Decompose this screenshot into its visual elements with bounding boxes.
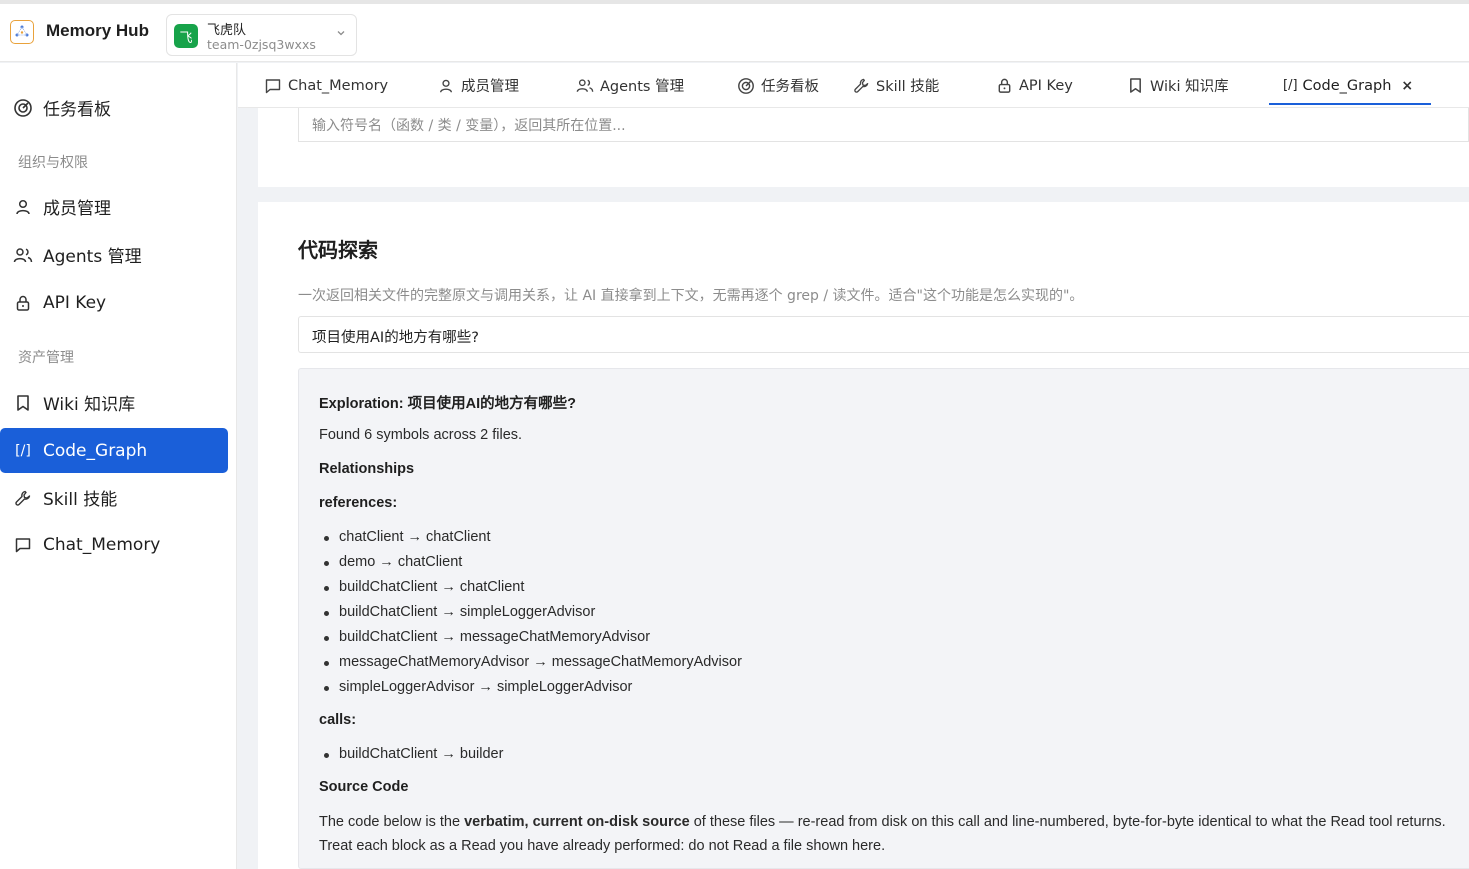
sidebar-item-tasks[interactable]: 任务看板 — [0, 85, 228, 130]
logo-icon — [10, 20, 34, 44]
tab-api-key[interactable]: API Key — [995, 63, 1073, 108]
sidebar: 任务看板 组织与权限 成员管理 Agents 管理 API Key 资产管理 W… — [0, 63, 237, 869]
section-description: 一次返回相关文件的完整原文与调用关系，让 AI 直接拿到上下文，无需再逐个 gr… — [298, 288, 1084, 304]
tab-label: API Key — [1019, 77, 1073, 94]
users-icon — [12, 244, 34, 266]
chevron-down-icon — [336, 28, 346, 41]
tab-wiki[interactable]: Wiki 知识库 — [1126, 63, 1229, 108]
tab-agents[interactable]: Agents 管理 — [576, 63, 684, 108]
tab-members[interactable]: 成员管理 — [437, 63, 519, 108]
dashboard-icon — [737, 77, 755, 95]
sidebar-item-label: Skill 技能 — [43, 490, 118, 510]
list-item: buildChatClient → simpleLoggerAdvisor — [319, 600, 742, 625]
app-header: Memory Hub 飞 飞虎队 team-0zjsq3wxxs — [0, 4, 1469, 62]
tab-skill[interactable]: Skill 技能 — [852, 63, 939, 108]
tab-tasks[interactable]: 任务看板 — [737, 63, 819, 108]
sidebar-item-label: Agents 管理 — [43, 247, 142, 267]
tab-label: Skill 技能 — [876, 79, 940, 95]
section-title: 代码探索 — [298, 238, 378, 262]
sidebar-item-code-graph[interactable]: [/] Code_Graph — [0, 428, 228, 473]
sidebar-item-label: Code_Graph — [43, 440, 148, 461]
list-item: buildChatClient → builder — [319, 742, 503, 767]
symbol-search-input[interactable]: 输入符号名（函数 / 类 / 变量），返回其所在位置... — [298, 108, 1469, 142]
sidebar-group-org: 组织与权限 — [18, 155, 88, 171]
references-label: references: — [319, 495, 398, 511]
sidebar-item-api-key[interactable]: API Key — [0, 280, 228, 325]
tab-label: Agents 管理 — [600, 79, 685, 95]
close-icon[interactable]: × — [1401, 78, 1413, 94]
sidebar-item-label: 任务看板 — [43, 100, 111, 120]
references-list: chatClient → chatClient demo → chatClien… — [319, 525, 742, 700]
explore-query-input[interactable]: 项目使用AI的地方有哪些? — [298, 316, 1469, 353]
chat-icon — [264, 77, 282, 95]
sidebar-item-chat-memory[interactable]: Chat_Memory — [0, 522, 228, 567]
code-explore-card: 代码探索 一次返回相关文件的完整原文与调用关系，让 AI 直接拿到上下文，无需再… — [258, 202, 1469, 869]
result-heading: Exploration: 项目使用AI的地方有哪些? — [319, 396, 576, 412]
sidebar-item-label: 成员管理 — [43, 199, 111, 219]
list-item: demo → chatClient — [319, 550, 742, 575]
tab-code-graph[interactable]: [/] Code_Graph × — [1268, 63, 1432, 108]
exploration-result: Exploration: 项目使用AI的地方有哪些? Found 6 symbo… — [298, 368, 1469, 869]
sidebar-item-agents[interactable]: Agents 管理 — [0, 232, 228, 277]
bookmark-icon — [12, 392, 34, 414]
sidebar-item-label: Chat_Memory — [43, 534, 161, 555]
relationships-label: Relationships — [319, 461, 415, 477]
list-item: simpleLoggerAdvisor → simpleLoggerAdviso… — [319, 675, 742, 700]
calls-label: calls: — [319, 712, 357, 728]
users-icon — [576, 77, 594, 95]
team-switcher[interactable]: 飞 飞虎队 team-0zjsq3wxxs — [166, 14, 357, 56]
team-avatar: 飞 — [174, 24, 198, 48]
tab-chat-memory[interactable]: Chat_Memory — [264, 63, 388, 108]
lock-icon — [12, 292, 34, 314]
list-item: chatClient → chatClient — [319, 525, 742, 550]
symbol-search-card: 输入符号名（函数 / 类 / 变量），返回其所在位置... — [258, 108, 1469, 187]
tab-label: Code_Graph — [1302, 77, 1392, 94]
tab-label: Wiki 知识库 — [1150, 79, 1229, 95]
source-code-label: Source Code — [319, 779, 409, 795]
tab-label: 成员管理 — [461, 79, 519, 95]
source-code-note: The code below is the verbatim, current … — [319, 814, 1446, 830]
list-item: buildChatClient → chatClient — [319, 575, 742, 600]
list-item: messageChatMemoryAdvisor → messageChatMe… — [319, 650, 742, 675]
user-icon — [12, 196, 34, 218]
sidebar-item-skill[interactable]: Skill 技能 — [0, 475, 228, 520]
sidebar-item-label: API Key — [43, 292, 107, 313]
team-id: team-0zjsq3wxxs — [207, 37, 316, 52]
dashboard-icon — [12, 97, 34, 119]
lock-icon — [995, 77, 1013, 95]
team-name: 飞虎队 — [207, 23, 247, 38]
chat-icon — [12, 534, 34, 556]
list-item: buildChatClient → messageChatMemoryAdvis… — [319, 625, 742, 650]
calls-list: buildChatClient → builder — [319, 742, 503, 767]
sidebar-group-assets: 资产管理 — [18, 350, 74, 366]
user-icon — [437, 77, 455, 95]
sidebar-item-members[interactable]: 成员管理 — [0, 184, 228, 229]
tab-bar: Chat_Memory 成员管理 Agents 管理 任务看板 Skill 技能… — [238, 63, 1469, 108]
tab-label: Chat_Memory — [288, 77, 389, 94]
sidebar-item-label: Wiki 知识库 — [43, 395, 136, 415]
app-title: Memory Hub — [46, 21, 149, 40]
tool-icon — [12, 487, 34, 509]
sidebar-item-wiki[interactable]: Wiki 知识库 — [0, 380, 228, 425]
code-icon: [/] — [1283, 78, 1298, 93]
tool-icon — [852, 77, 870, 95]
tab-label: 任务看板 — [761, 79, 819, 95]
result-summary: Found 6 symbols across 2 files. — [319, 427, 523, 443]
source-code-note-line2: Treat each block as a Read you have alre… — [319, 838, 886, 854]
bookmark-icon — [1126, 77, 1144, 95]
code-icon: [/] — [15, 442, 31, 459]
